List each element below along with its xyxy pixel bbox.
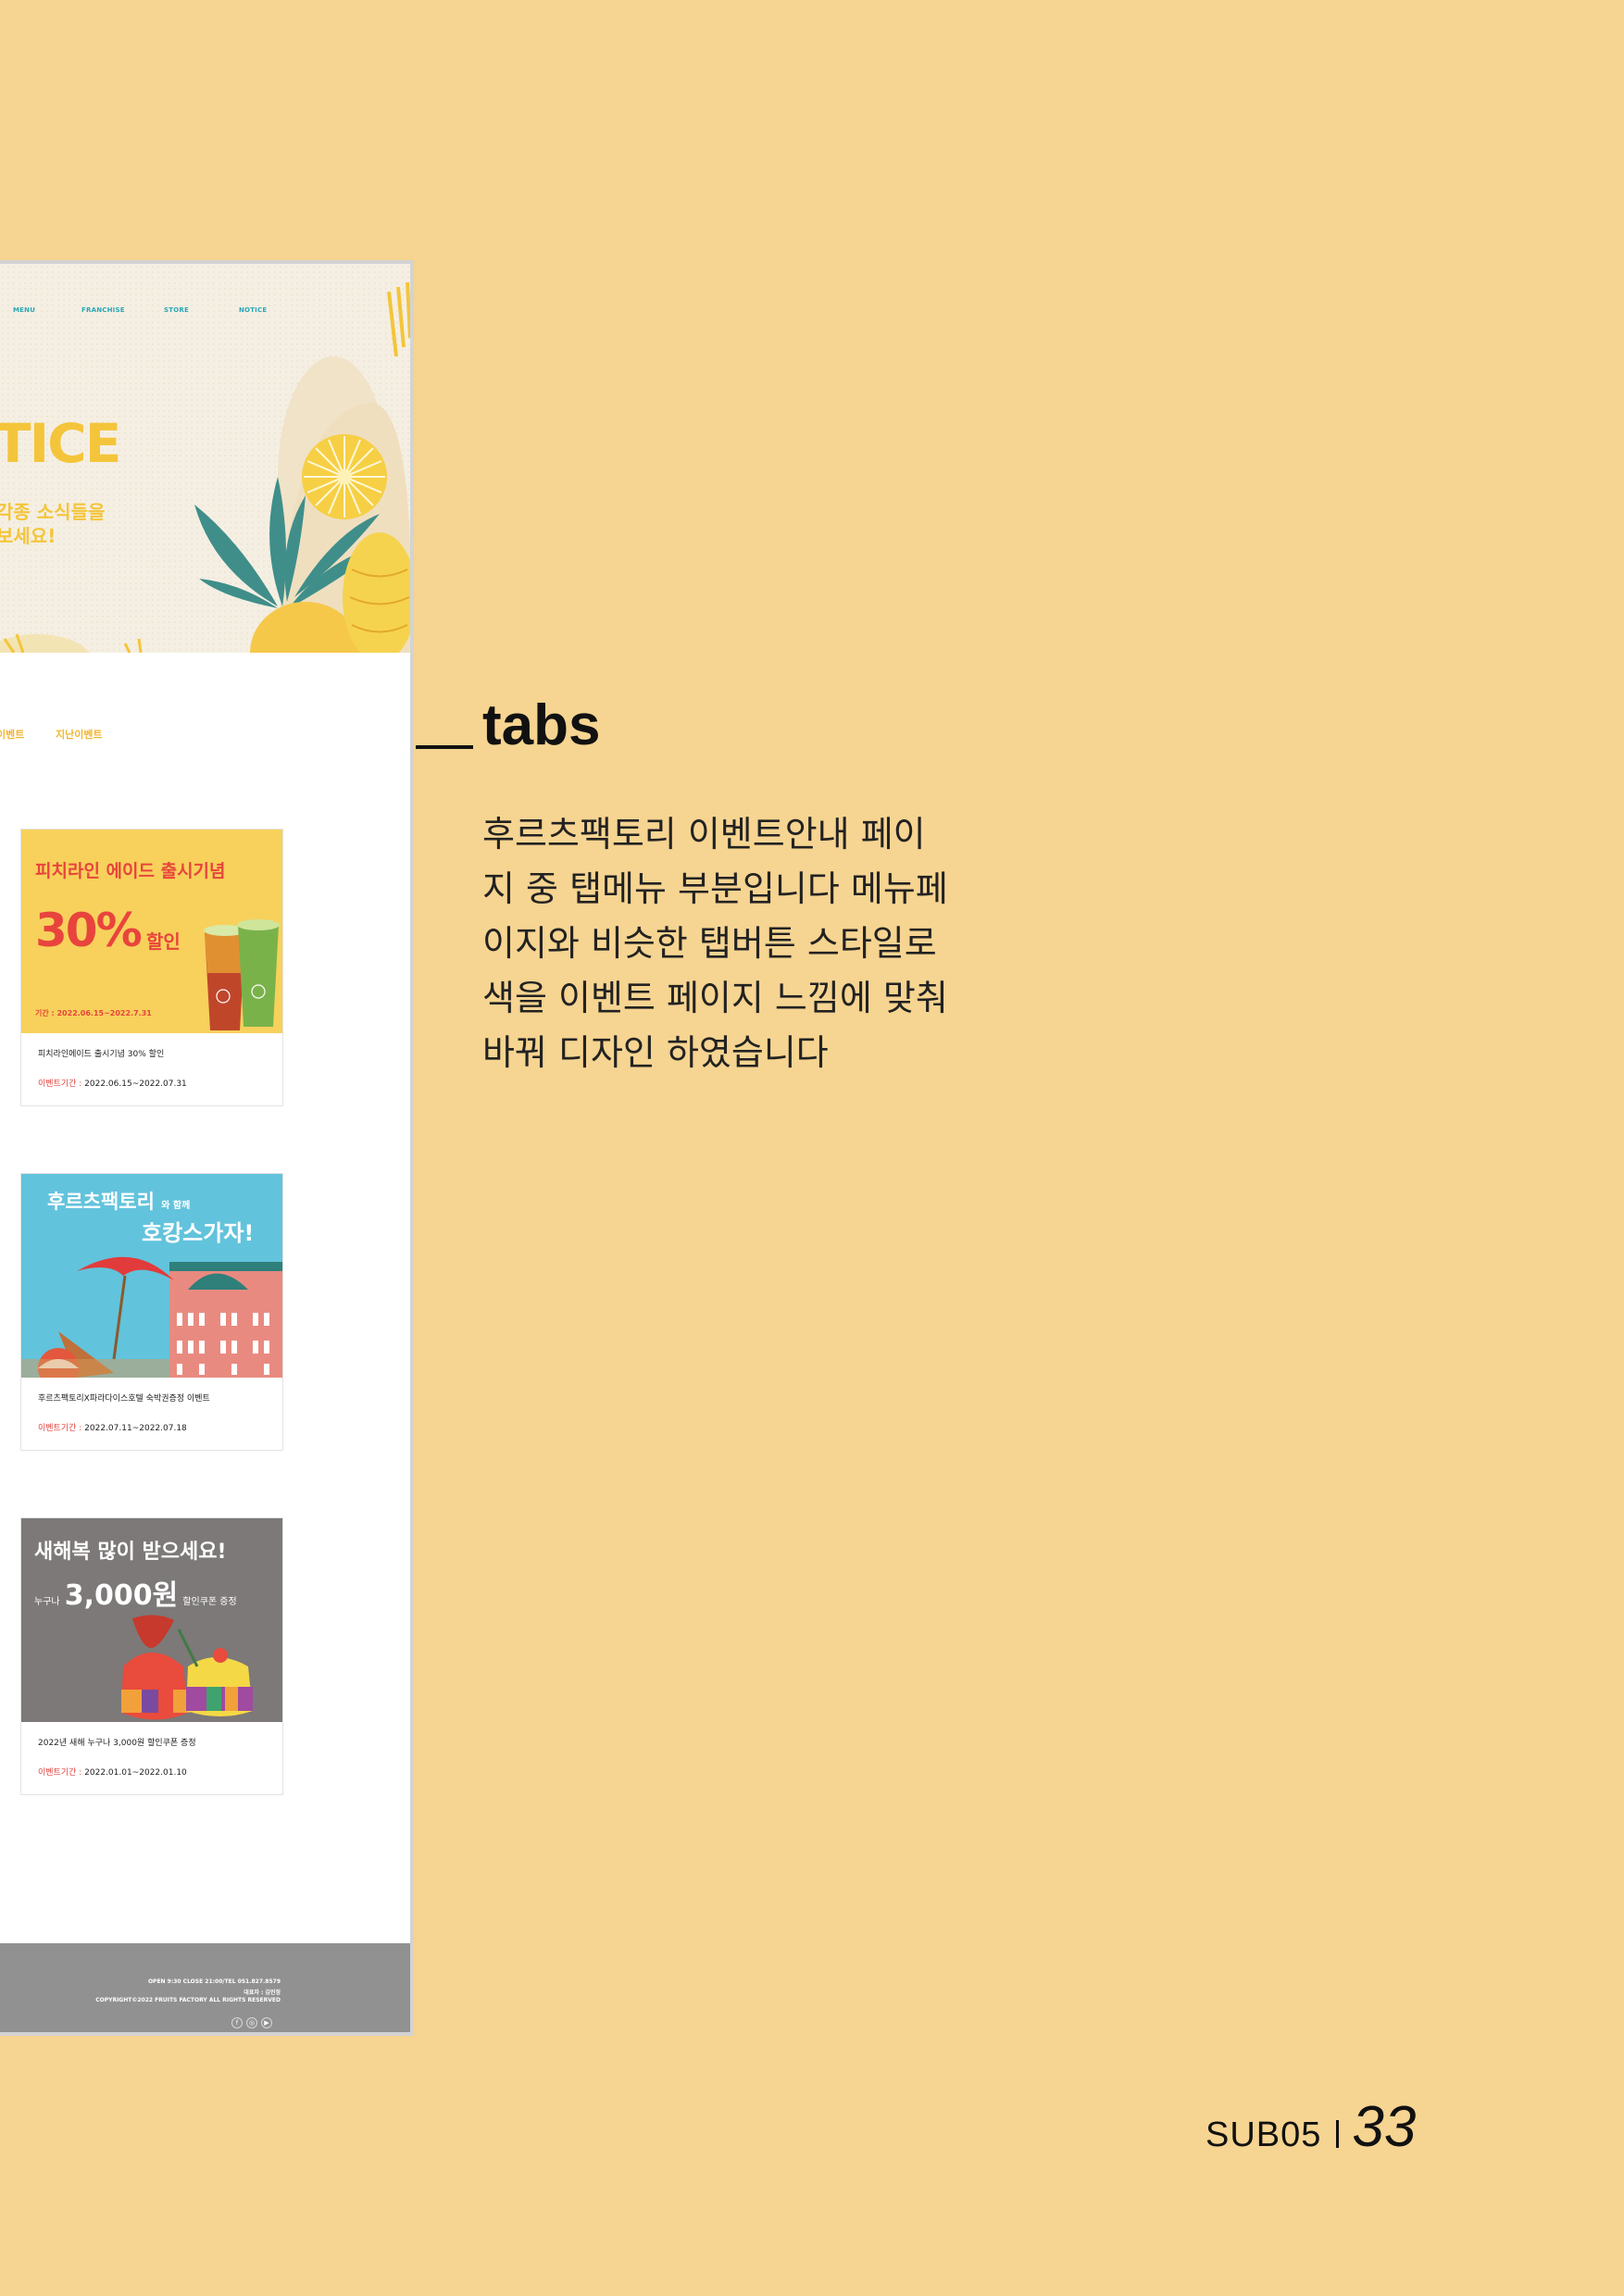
event-period-label: 이벤트기간 : bbox=[38, 1079, 82, 1089]
event-period-value: 2022.06.15~2022.07.31 bbox=[84, 1079, 187, 1089]
annotation-line: 색을 이벤트 페이지 느낌에 맞춰 bbox=[482, 978, 948, 1018]
hero-subtitle-1: 각종 소식들을 bbox=[0, 501, 106, 523]
banner-period: 기간 : 2022.06.15~2022.7.31 bbox=[35, 1009, 152, 1017]
annotation-description: 후르츠팩토리 이벤트안내 페이 지 중 탭메뉴 부분입니다 메뉴페 이지와 비슷… bbox=[482, 807, 964, 1080]
event-card-period: 이벤트기간 : 2022.01.01~2022.01.10 bbox=[38, 1766, 187, 1778]
facebook-icon[interactable]: f bbox=[231, 2017, 243, 2028]
annotation-line: 지 중 탭메뉴 부분입니다 메뉴페 bbox=[482, 868, 948, 909]
event-banner-new-year: 새해복 많이 받으세요! 누구나 3,000원 할인쿠폰 증정 bbox=[21, 1518, 282, 1722]
event-card[interactable]: 후르츠팩토리 와 함께 호캉스가자! 후르츠팩토리X파라다이스호텔 숙박권증정 … bbox=[20, 1173, 283, 1451]
drink-cups-image bbox=[204, 919, 280, 1030]
banner-discount-suffix: 할인 bbox=[146, 930, 181, 953]
page-number-value: 33 bbox=[1352, 2095, 1417, 2159]
section-label: SUB05 bbox=[1206, 2115, 1322, 2154]
page-divider bbox=[1336, 2120, 1340, 2148]
footer-copyright: COPYRIGHT©2022 FRUITS FACTORY ALL RIGHTS… bbox=[95, 1997, 281, 2003]
website-mockup: MENU FRANCHISE STORE NOTICE TICE 각종 소식들을… bbox=[0, 260, 414, 2036]
banner-offer: 누구나 3,000원 할인쿠폰 증정 bbox=[34, 1572, 237, 1613]
youtube-icon[interactable]: ▶ bbox=[261, 2017, 272, 2028]
banner-headline: 새해복 많이 받으세요! bbox=[34, 1541, 227, 1564]
banner-amount: 3,000원 bbox=[64, 1579, 179, 1612]
event-banner-peach-ade: 피치라인 에이드 출시기념 30% 할인 기간 : 2022.06.15~202… bbox=[21, 830, 282, 1033]
site-footer: OPEN 9:30 CLOSE 21:00/TEL 051.827.8579 대… bbox=[0, 1943, 410, 2032]
nav-franchise[interactable]: FRANCHISE bbox=[81, 306, 125, 314]
event-card-period: 이벤트기간 : 2022.06.15~2022.07.31 bbox=[38, 1077, 187, 1089]
banner-headline: 피치라인 에이드 출시기념 bbox=[35, 861, 226, 881]
hero-title: TICE bbox=[0, 412, 121, 475]
instagram-icon[interactable]: ◎ bbox=[246, 2017, 257, 2028]
banner-brand: 후르츠팩토리 bbox=[47, 1191, 155, 1213]
nav-menu[interactable]: MENU bbox=[13, 306, 35, 314]
hero-subtitle-2: 보세요! bbox=[0, 525, 56, 547]
page-number: SUB05 33 bbox=[1206, 2094, 1416, 2159]
annotation-title: tabs bbox=[482, 693, 601, 757]
lucky-bags-image bbox=[121, 1615, 253, 1720]
event-card[interactable]: 새해복 많이 받으세요! 누구나 3,000원 할인쿠폰 증정 2022년 새해 bbox=[20, 1517, 283, 1795]
hero-banner: MENU FRANCHISE STORE NOTICE TICE 각종 소식들을… bbox=[0, 264, 410, 653]
banner-amount-suffix: 할인쿠폰 증정 bbox=[182, 1597, 237, 1607]
event-card-title: 피치라인에이드 출시기념 30% 할인 bbox=[38, 1050, 165, 1059]
banner-prefix: 누구나 bbox=[34, 1597, 60, 1607]
annotation-line: 후르츠팩토리 이벤트안내 페이 bbox=[482, 814, 926, 855]
nav-store[interactable]: STORE bbox=[164, 306, 189, 314]
tab-past-events[interactable]: 지난이벤트 bbox=[56, 727, 103, 742]
footer-hours: OPEN 9:30 CLOSE 21:00/TEL 051.827.8579 bbox=[147, 1978, 281, 1985]
event-period-value: 2022.07.11~2022.07.18 bbox=[84, 1424, 187, 1433]
event-period-value: 2022.01.01~2022.01.10 bbox=[84, 1768, 187, 1778]
banner-discount: 30% bbox=[35, 904, 143, 957]
banner-big-text: 호캉스가자! bbox=[142, 1220, 255, 1246]
nav-notice[interactable]: NOTICE bbox=[239, 306, 267, 314]
tab-current-events[interactable]: 이벤트 bbox=[0, 727, 24, 742]
event-card-title: 후르츠팩토리X파라다이스호텔 숙박권증정 이벤트 bbox=[38, 1394, 210, 1404]
annotation-line: 바꿔 디자인 하였습니다 bbox=[482, 1032, 829, 1073]
event-period-label: 이벤트기간 : bbox=[38, 1424, 82, 1433]
event-card[interactable]: 피치라인 에이드 출시기념 30% 할인 기간 : 2022.06.15~202… bbox=[20, 829, 283, 1106]
banner-brand-suffix: 와 함께 bbox=[161, 1201, 191, 1211]
event-card-title: 2022년 새해 누구나 3,000원 할인쿠폰 증정 bbox=[38, 1739, 196, 1748]
annotation-line: 이지와 비슷한 탭버튼 스타일로 bbox=[482, 923, 937, 964]
annotation-pointer-line bbox=[416, 745, 473, 749]
event-banner-hotel: 후르츠팩토리 와 함께 호캉스가자! bbox=[21, 1174, 282, 1378]
event-tabs: 이벤트 지난이벤트 bbox=[0, 727, 410, 755]
banner-headline: 후르츠팩토리 와 함께 bbox=[47, 1187, 190, 1215]
event-period-label: 이벤트기간 : bbox=[38, 1768, 82, 1778]
footer-ceo: 대표자 : 김민정 bbox=[244, 1990, 281, 1996]
event-card-period: 이벤트기간 : 2022.07.11~2022.07.18 bbox=[38, 1421, 187, 1433]
